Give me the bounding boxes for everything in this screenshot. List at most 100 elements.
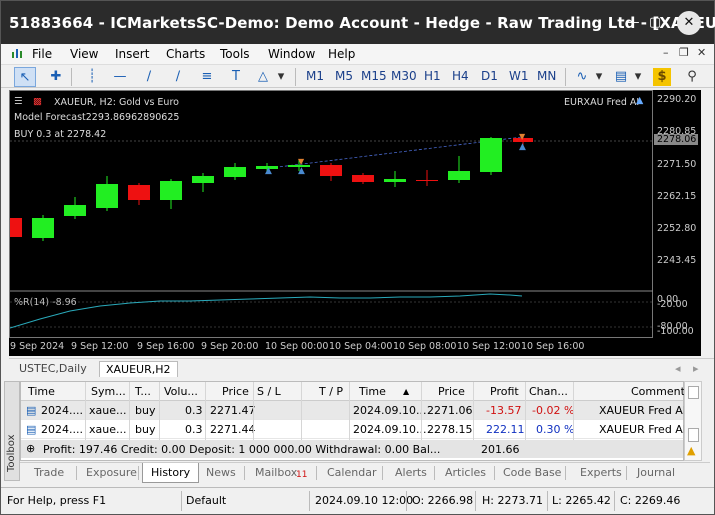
horizontal-line-icon[interactable]: — [109,67,131,87]
chart-type-icon: ▩ [33,96,42,107]
close-marker-icon: ▼ [298,157,305,166]
tab-code-base[interactable]: Code Base [503,466,561,479]
cell-symbol: xaue... [89,404,127,417]
summary-plus-icon[interactable]: ⊕ [26,442,35,455]
menu-view[interactable]: View [70,47,98,61]
chart-canvas: ▲ ▲ ▼ ▲ ▼ [10,132,654,329]
menu-file[interactable]: File [32,47,52,61]
toolbox-label: Toolbox [6,434,17,473]
cell-price: 2271.44 [210,423,256,436]
text-tool-icon[interactable]: T [225,67,247,87]
williams-r-line [10,293,523,329]
cell-change: 0.30 % [536,423,575,436]
menu-charts[interactable]: Charts [166,47,205,61]
chart-tab-xaueur[interactable]: XAUEUR,H2 [99,361,178,377]
cursor-icon[interactable]: ↖ [14,67,36,87]
mdi-close-icon[interactable]: ✕ [697,46,706,59]
trade-label: BUY 0.3 at 2278.42 [14,129,107,140]
col-change[interactable]: Chan... [529,385,568,398]
account-summary: ⊕ Profit: 197.46 Credit: 0.00 Deposit: 1… [21,440,683,458]
col-tp[interactable]: T / P [319,385,343,398]
tab-news[interactable]: News [206,466,236,479]
tab-alerts[interactable]: Alerts [395,466,427,479]
market-icon[interactable]: $ [653,68,671,86]
tab-articles[interactable]: Articles [445,466,486,479]
col-close-price[interactable]: Price [438,385,465,398]
col-volume[interactable]: Volu... [164,385,198,398]
col-time[interactable]: Time [28,385,55,398]
tab-calendar[interactable]: Calendar [327,466,376,479]
vertical-line-icon[interactable]: ┊ [81,67,103,87]
col-type[interactable]: T... [135,385,151,398]
timeframe-m5[interactable]: M5 [335,69,353,83]
indicators-icon[interactable]: ∿ [571,67,593,87]
col-sl[interactable]: S / L [257,385,281,398]
shapes-icon[interactable]: △ [252,67,274,87]
tab-scroll-right-icon[interactable]: ▸ [687,361,705,376]
price-axis[interactable]: 2290.20 2280.85 2278.06 2271.50 2262.15 … [653,90,701,338]
fibonacci-icon[interactable]: ≡ [196,67,218,87]
tab-experts[interactable]: Experts [580,466,622,479]
lock-icon[interactable]: ▲ [687,444,695,457]
crosshair-icon[interactable]: ✚ [45,67,67,87]
title-bar[interactable]: 51883664 - ICMarketsSC-Demo: Demo Accoun… [1,1,715,44]
table-row[interactable]: ▤ 2024.... xaue... buy 0.3 2271.47 2024.… [21,401,686,420]
app-logo-icon [12,49,22,58]
mdi-restore-icon[interactable]: ❐ [679,46,689,59]
menu-window[interactable]: Window [268,47,315,61]
tab-scroll-left-icon[interactable]: ◂ [669,361,687,376]
timeframe-h1[interactable]: H1 [424,69,441,83]
cell-volume: 0.3 [185,423,203,436]
tab-journal[interactable]: Journal [637,466,675,479]
mdi-minimize-icon[interactable]: – [663,46,669,59]
expert-advisor-label[interactable]: EURXAU Fred AI [564,97,639,108]
status-high: H: 2273.71 [482,494,543,507]
timeframe-mn[interactable]: MN [537,69,556,83]
tab-exposure[interactable]: Exposure [86,466,137,479]
chart-tab-ustec[interactable]: USTEC,Daily [13,361,93,376]
shapes-dropdown-icon[interactable]: ▾ [274,67,288,87]
cell-time: 2024.... [41,423,83,436]
table-row[interactable]: ▤ 2024.... xaue... buy 0.3 2271.44 2024.… [21,420,686,439]
col-comment[interactable]: Comment [631,385,685,398]
timeframe-m1[interactable]: M1 [306,69,324,83]
tab-history[interactable]: History [142,463,200,483]
cell-type: buy [135,423,156,436]
status-profile: Default [186,494,227,507]
indicators-dropdown-icon[interactable]: ▾ [593,67,605,87]
col-close-time[interactable]: Time [359,385,386,398]
time-axis[interactable]: 9 Sep 2024 9 Sep 12:00 9 Sep 16:00 9 Sep… [9,338,701,356]
col-profit[interactable]: Profit [490,385,519,398]
minimize-icon[interactable]: — [621,11,645,35]
search-icon[interactable]: ⚲ [681,67,703,87]
col-price[interactable]: Price [222,385,249,398]
price-chart[interactable]: ▲ ▲ ▼ ▲ ▼ ☰ ▩ XAUEUR, H2: Gold vs Euro M… [9,90,654,338]
channel-icon[interactable]: ∕ [167,67,189,87]
menu-bar: File View Insert Charts Tools Window Hel… [1,44,714,64]
menu-insert[interactable]: Insert [115,47,149,61]
col-symbol[interactable]: Sym... [91,385,126,398]
toolbox-strip[interactable]: Toolbox [4,381,20,481]
price-level: 2262.15 [657,191,697,202]
timeframe-m30[interactable]: M30 [391,69,417,83]
menu-tools[interactable]: Tools [220,47,250,61]
maximize-icon[interactable]: ▢ [643,11,667,35]
tab-trade[interactable]: Trade [34,466,64,479]
close-icon[interactable]: ✕ [677,11,701,35]
timeframe-m15[interactable]: M15 [361,69,387,83]
templates-dropdown-icon[interactable]: ▾ [632,67,644,87]
timeframe-w1[interactable]: W1 [509,69,529,83]
timeframe-h4[interactable]: H4 [452,69,469,83]
trendline-icon[interactable]: ∕ [138,67,160,87]
time-label: 10 Sep 00:00 [265,341,329,352]
sort-ascending-icon[interactable]: ▲ [403,387,409,396]
tab-mailbox[interactable]: Mailbox [255,466,297,479]
timeframe-d1[interactable]: D1 [481,69,498,83]
candle [128,185,150,200]
summary-text: Profit: 197.46 Credit: 0.00 Deposit: 1 0… [43,443,441,456]
price-level: 2243.45 [657,255,697,266]
templates-icon[interactable]: ▤ [610,67,632,87]
menu-help[interactable]: Help [328,47,355,61]
table-scrollbar[interactable]: ▲ [684,381,702,461]
candle [448,171,470,180]
